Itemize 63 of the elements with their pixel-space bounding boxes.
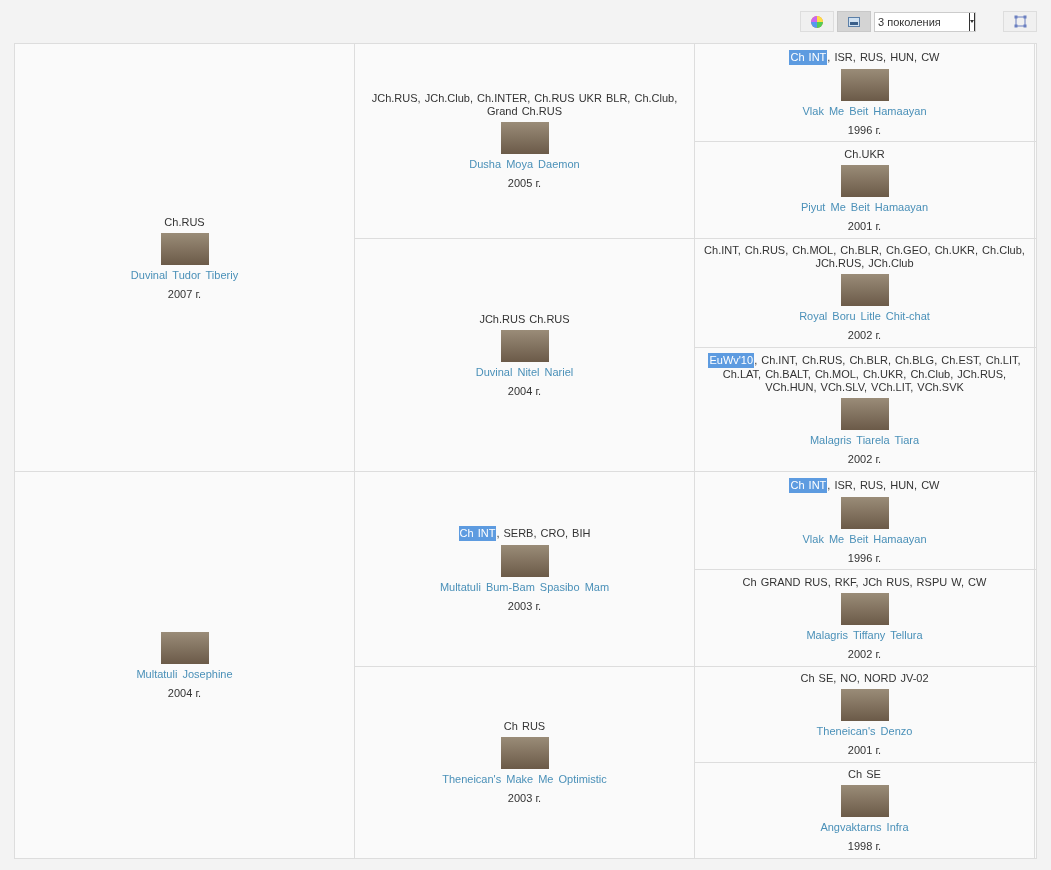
birth-year: 2004 г.	[167, 686, 202, 699]
color-wheel-icon	[811, 15, 823, 28]
dog-name-link[interactable]: Multatuli Josephine	[136, 667, 233, 680]
dog-name-link[interactable]: Dusha Moya Daemon	[469, 158, 580, 171]
photo-placeholder[interactable]	[840, 689, 889, 722]
dog-name-link[interactable]: Angvaktarns Infra	[820, 821, 909, 834]
photo-placeholder[interactable]	[500, 329, 549, 362]
titles-text: Ch INT, SERB, CRO, BIH	[458, 525, 591, 541]
photo-placeholder[interactable]	[840, 592, 889, 625]
photo-placeholder[interactable]	[500, 122, 549, 155]
photo-placeholder[interactable]	[840, 496, 889, 529]
frame-icon	[1013, 15, 1027, 28]
image-button[interactable]	[837, 11, 871, 32]
dog-name-link[interactable]: Duvinal Tudor Tiberiy	[130, 268, 239, 281]
birth-year: 2005 г.	[507, 177, 542, 190]
photo-placeholder[interactable]	[840, 68, 889, 101]
dropdown-arrow-icon	[969, 12, 975, 31]
dog-name-link[interactable]: Theneican's Make Me Optimistic	[442, 773, 607, 786]
birth-year: 1998 г.	[847, 840, 882, 853]
birth-year: 2001 г.	[847, 219, 882, 232]
titles-text: Ch INT, ISR, RUS, HUN, CW	[789, 477, 940, 493]
titles-text: Ch INT, ISR, RUS, HUN, CW	[789, 49, 940, 65]
titles-text: JCh.RUS, JCh.Club, Ch.INTER, Ch.RUS UKR BLR, Ch.Club, Grand Ch.RUS	[370, 92, 679, 119]
titles-text: Ch SE, NO, NORD JV-02	[800, 672, 929, 686]
generations-select[interactable]: 3 поколения	[874, 11, 976, 32]
dog-name-link[interactable]: Vlak Me Beit Hamaayan	[802, 532, 927, 545]
titles-text: EuWv'10, Ch.INT, Ch.RUS, Ch.BLR, Ch.BLG, Ch.EST, Ch.LIT, Ch.LAT, Ch.BALT, Ch.MOL, Ch.UKR, Ch.Club, JCh.RUS, VCh.HUN, VCh.SLV, VCh.LIT, VCh.SVK	[707, 353, 1022, 395]
titles-text: Ch RUS	[503, 720, 546, 734]
birth-year: 2001 г.	[847, 744, 882, 757]
titles-text: Ch.INT, Ch.RUS, Ch.MOL, Ch.BLR, Ch.GEO, Ch.UKR, Ch.Club, JCh.RUS, JCh.Club	[703, 244, 1026, 271]
photo-placeholder[interactable]	[840, 398, 889, 431]
dog-name-link[interactable]: Piyut Me Beit Hamaayan	[800, 200, 929, 213]
dog-name-link[interactable]: Malagris Tiarela Tiara	[809, 434, 920, 447]
birth-year: 2002 г.	[847, 453, 882, 466]
titles-text: Ch GRAND RUS, RKF, JCh RUS, RSPU W, CW	[742, 575, 987, 589]
titles-text: Ch SE	[848, 768, 881, 782]
dog-name-link[interactable]: Duvinal Nitel Nariel	[475, 365, 574, 378]
dog-name-link[interactable]: Multatuli Bum-Bam Spasibo Mam	[439, 580, 610, 593]
birth-year: 1996 г.	[847, 123, 882, 136]
photo-placeholder[interactable]	[840, 274, 889, 307]
photo-placeholder[interactable]	[840, 164, 889, 197]
titles-text: Ch.UKR	[844, 147, 885, 161]
birth-year: 1996 г.	[847, 551, 882, 564]
birth-year: 2007 г.	[167, 287, 202, 300]
titles-text: JCh.RUS Ch.RUS	[479, 312, 570, 326]
birth-year: 2003 г.	[507, 599, 542, 612]
dog-name-link[interactable]: Vlak Me Beit Hamaayan	[802, 104, 927, 117]
fullscreen-button[interactable]	[1003, 11, 1037, 32]
titles-text: Ch.RUS	[164, 215, 205, 229]
image-icon	[848, 16, 860, 27]
birth-year: 2004 г.	[507, 384, 542, 397]
color-button[interactable]	[800, 11, 834, 32]
dog-name-link[interactable]: Royal Boru Litle Chit-chat	[799, 310, 930, 323]
birth-year: 2002 г.	[847, 647, 882, 660]
photo-placeholder[interactable]	[160, 631, 209, 664]
photo-placeholder[interactable]	[500, 544, 549, 577]
photo-placeholder[interactable]	[840, 785, 889, 818]
dog-name-link[interactable]: Theneican's Denzo	[816, 725, 913, 738]
dog-name-link[interactable]: Malagris Tiffany Tellura	[806, 628, 923, 641]
birth-year: 2003 г.	[507, 792, 542, 805]
photo-placeholder[interactable]	[500, 737, 549, 770]
birth-year: 2002 г.	[847, 329, 882, 342]
photo-placeholder[interactable]	[160, 232, 209, 265]
